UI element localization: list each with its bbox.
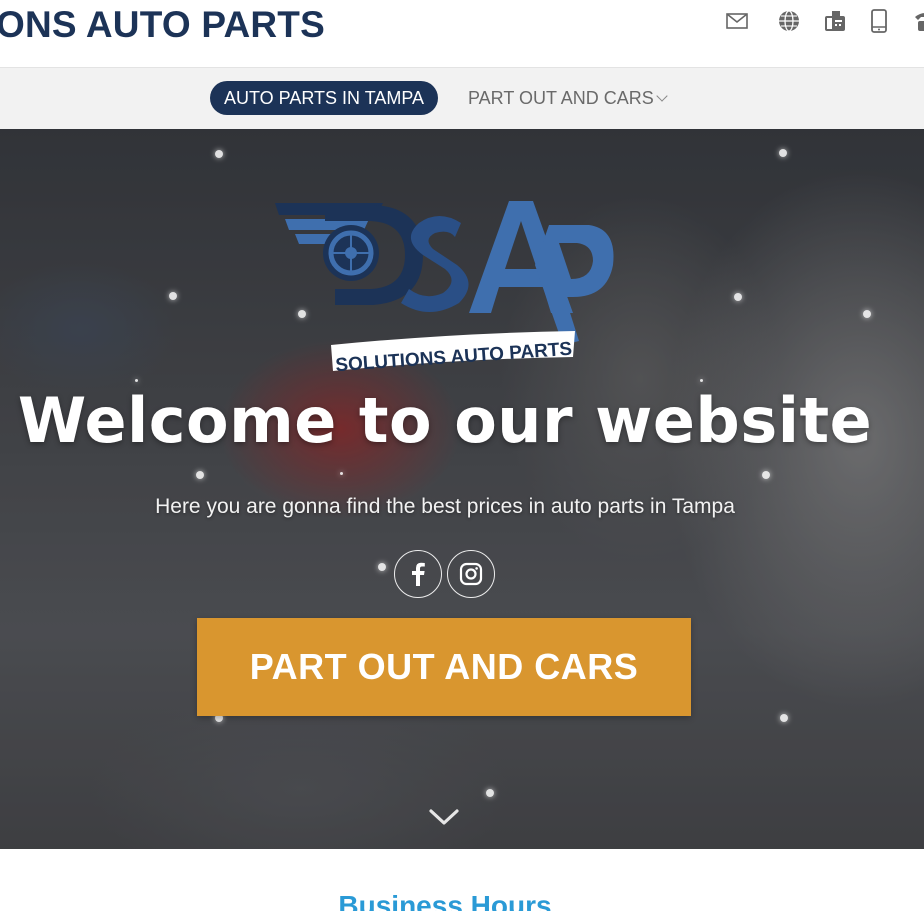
nav-item-label: PART OUT AND CARS (468, 88, 654, 108)
chevron-down-icon (656, 90, 668, 102)
scroll-down-chevron-icon[interactable] (428, 805, 460, 829)
envelope-icon[interactable] (724, 8, 750, 34)
site-header: ONS AUTO PARTS (0, 0, 924, 68)
contact-icons (724, 8, 924, 34)
snow-particle (734, 293, 742, 301)
hero-title: Welcome to our website (17, 384, 873, 457)
snow-particle (196, 471, 204, 479)
fax-icon[interactable] (822, 8, 848, 34)
instagram-icon[interactable] (447, 550, 495, 598)
nav-item-auto-parts-in-tampa[interactable]: AUTO PARTS IN TAMPA (210, 81, 439, 115)
globe-icon[interactable] (776, 8, 802, 34)
hero-subtitle: Here you are gonna find the best prices … (155, 495, 735, 518)
cta-part-out-and-cars-button[interactable]: PART OUT AND CARS (197, 618, 691, 716)
mobile-phone-icon[interactable] (866, 8, 892, 34)
snow-particle (863, 310, 871, 318)
snow-particle (378, 563, 386, 571)
company-logo[interactable]: SOLUTIONS AUTO PARTS (273, 195, 618, 376)
main-nav: AUTO PARTS IN TAMPA PART OUT AND CARS (0, 68, 924, 129)
snow-particle (215, 150, 223, 158)
snow-particle (762, 471, 770, 479)
nav-item-part-out-and-cars[interactable]: PART OUT AND CARS (468, 81, 668, 115)
business-hours-heading: Business Hours (338, 890, 552, 911)
site-brand-name[interactable]: ONS AUTO PARTS (0, 4, 325, 46)
snow-particle (779, 149, 787, 157)
phone-icon[interactable] (912, 8, 924, 34)
snow-particle (486, 789, 494, 797)
snow-particle (135, 379, 138, 382)
hero-section: SOLUTIONS AUTO PARTS Welcome to our webs… (0, 129, 924, 849)
snow-particle (700, 379, 703, 382)
snow-particle (340, 472, 343, 475)
snow-particle (169, 292, 177, 300)
snow-particle (780, 714, 788, 722)
facebook-icon[interactable] (394, 550, 442, 598)
